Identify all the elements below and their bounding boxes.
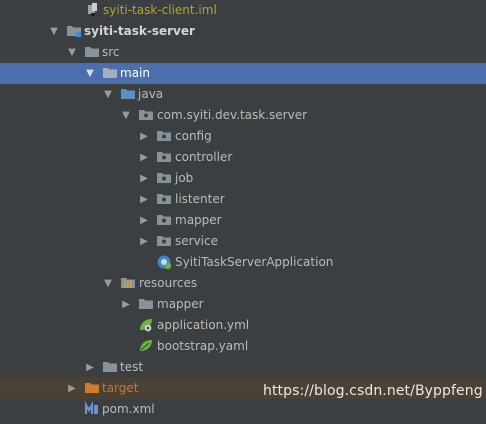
tree-row-service[interactable]: ▶ service [0,231,486,252]
csdn-watermark: https://blog.csdn.net/Byppfeng [263,383,483,399]
package-icon [156,212,172,228]
tree-row-job[interactable]: ▶ job [0,168,486,189]
yaml-leaf-icon [138,338,154,354]
tree-row-label: pom.xml [102,402,155,416]
tree-row-resources[interactable]: ▼ resources [0,273,486,294]
spring-boot-class-icon [156,254,172,270]
expanded-arrow-icon[interactable]: ▼ [102,273,114,294]
tree-row-syiti-task-server[interactable]: ▼ syiti-task-server [0,21,486,42]
tree-row-label: syiti-task-server [84,24,195,38]
tree-row-src[interactable]: ▼ src [0,42,486,63]
tree-row-mapper-package[interactable]: ▶ mapper [0,210,486,231]
expanded-arrow-icon[interactable]: ▼ [84,63,96,84]
tree-row-label: listenter [175,192,225,206]
source-root-folder-icon [120,86,136,102]
tree-row-label: java [138,87,164,101]
folder-icon [138,296,154,312]
tree-row-label: test [120,360,144,374]
tree-row-application-yml[interactable]: application.yml [0,315,486,336]
excluded-folder-icon [84,380,100,396]
tree-row-pom-xml[interactable]: pom.xml [0,399,486,420]
collapsed-arrow-icon[interactable]: ▶ [84,357,96,378]
spring-config-file-icon [138,317,154,333]
tree-row-label: resources [139,276,198,290]
tree-row-mapper-resources[interactable]: ▶ mapper [0,294,486,315]
tree-row-label: job [175,171,194,185]
module-folder-icon [66,23,82,39]
tree-row-label: SyitiTaskServerApplication [175,255,334,269]
expanded-arrow-icon[interactable]: ▼ [102,84,114,105]
package-icon [156,149,172,165]
collapsed-arrow-icon[interactable]: ▶ [138,147,150,168]
tree-row-config[interactable]: ▶ config [0,126,486,147]
tree-row-label: bootstrap.yaml [157,339,249,353]
collapsed-arrow-icon[interactable]: ▶ [138,210,150,231]
folder-icon [84,44,100,60]
tree-row-label: src [102,45,120,59]
expanded-arrow-icon[interactable]: ▼ [66,42,78,63]
tree-row-client-iml[interactable]: syiti-task-client.iml [0,0,486,21]
iml-file-icon [86,2,102,18]
tree-row-listenter[interactable]: ▶ listenter [0,189,486,210]
resources-root-folder-icon [120,275,136,291]
package-icon [156,170,172,186]
tree-row-label: target [102,381,139,395]
tree-row-label: mapper [175,213,222,227]
package-icon [138,107,154,123]
tree-row-java[interactable]: ▼ java [0,84,486,105]
expanded-arrow-icon[interactable]: ▼ [120,105,132,126]
maven-file-icon [84,401,100,417]
package-icon [156,191,172,207]
tree-row-label: com.syiti.dev.task.server [157,108,308,122]
collapsed-arrow-icon[interactable]: ▶ [138,168,150,189]
tree-row-main[interactable]: ▼ main [0,63,486,84]
package-icon [156,128,172,144]
tree-row-bootstrap-yaml[interactable]: bootstrap.yaml [0,336,486,357]
collapsed-arrow-icon[interactable]: ▶ [66,378,78,399]
tree-row-application-class[interactable]: SyitiTaskServerApplication [0,252,486,273]
collapsed-arrow-icon[interactable]: ▶ [138,126,150,147]
expanded-arrow-icon[interactable]: ▼ [48,21,60,42]
tree-row-label: main [120,66,150,80]
tree-row-label: controller [175,150,233,164]
tree-row-package-root[interactable]: ▼ com.syiti.dev.task.server [0,105,486,126]
collapsed-arrow-icon[interactable]: ▶ [138,189,150,210]
tree-row-label: mapper [157,297,204,311]
collapsed-arrow-icon[interactable]: ▶ [120,294,132,315]
package-icon [156,233,172,249]
tree-row-controller[interactable]: ▶ controller [0,147,486,168]
folder-icon [102,65,118,81]
collapsed-arrow-icon[interactable]: ▶ [138,231,150,252]
tree-row-label: syiti-task-client.iml [103,3,217,17]
tree-row-label: application.yml [157,318,250,332]
tree-row-label: service [175,234,218,248]
folder-icon [102,359,118,375]
tree-row-test[interactable]: ▶ test [0,357,486,378]
tree-row-label: config [175,129,212,143]
